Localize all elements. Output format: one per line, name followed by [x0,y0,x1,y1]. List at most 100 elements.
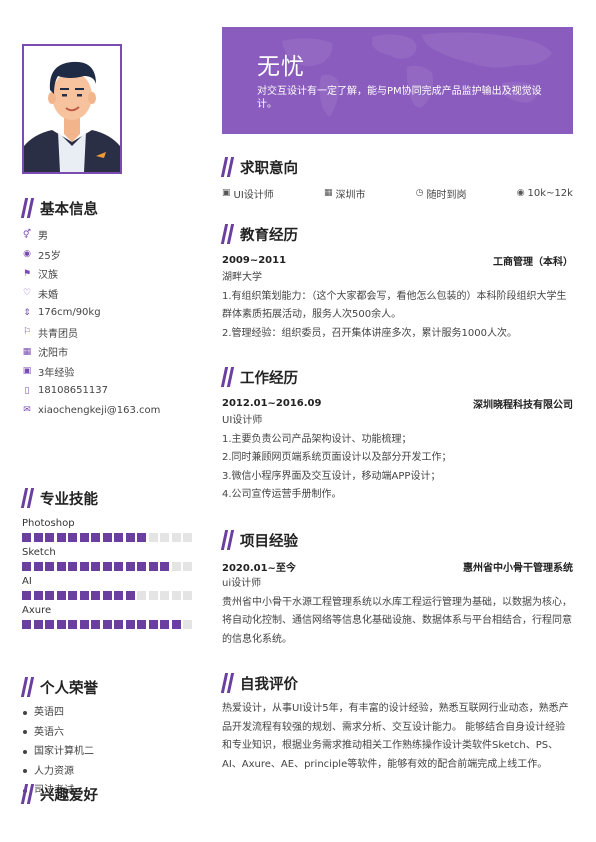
basic-info-item: ⇕ 176cm/90kg [22,303,196,323]
hobbies-section: 兴趣爱好 [20,783,196,805]
skill-level-dot [137,591,146,600]
skill-level-dot [91,562,100,571]
skill-item: Axure [22,602,196,629]
ethnicity-icon: ⚑ [22,268,32,279]
skill-level-dot [183,591,192,600]
salary-item: ◉ 10k~12k [516,187,573,199]
skill-level-dot [79,591,89,600]
education-header: 2009~2011 工商管理（本科） [222,254,573,268]
work-line: 1.主要负责公司产品架构设计、功能梳理； [222,433,412,445]
basic-info-item: ♡ 未婚 [22,284,196,304]
skill-level-dot [114,591,123,600]
skill-level-dot [137,620,146,629]
section-title: 基本信息 [20,197,196,219]
skill-level-dot [114,562,123,571]
project-header: 2020.01~至今 惠州省中小骨干管理系统 [222,562,573,574]
education-line: 1.有组织策划能力：（这个大家都会写，看他怎么包装的）本科阶段组织大学生群体素质… [222,290,567,321]
project-section: 项目经验 2020.01~至今 惠州省中小骨干管理系统 ui设计师 贵州省中小骨… [220,529,573,649]
skill-level-dot [68,591,77,600]
person-illustration [24,46,120,172]
availability-item: ◷ 随时到岗 [415,188,467,201]
phone-icon: ▯ [24,385,30,396]
basic-info-text: 汉族 [38,270,58,282]
work-line: 2.同时兼顾网页端系统页面设计以及部分开发工作； [222,452,452,463]
work-header: 2012.01~2016.09 深圳晓程科技有限公司 [222,397,573,411]
skill-level-dot [33,591,43,600]
honor-item: 英语四 [22,703,196,723]
skill-level-dot [114,620,123,629]
basic-info-item: ◉ 25岁 [22,245,196,265]
section-title: 教育经历 [220,223,573,245]
briefcase-icon: ▣ [22,366,32,377]
self-eval-section: 自我评价 热爱设计，从事UI设计5年，有丰富的设计经验，熟悉互联网行业动态，熟悉… [220,672,573,774]
title-bars-icon [220,157,236,177]
basic-info-text: 男 [38,231,48,243]
skill-level-dot [183,620,192,629]
skill-level-dot [160,620,169,629]
title-bars-icon [220,673,236,693]
title-bars-icon [220,224,236,244]
skill-level-dot [79,562,89,571]
basic-info-text: 176cm/90kg [38,307,101,319]
skill-level-dot [22,533,31,542]
work-line: 4.公司宣传运营手册制作。 [222,489,342,500]
briefcase-icon: ▣ [222,188,231,198]
skill-level-meter [22,533,196,542]
skill-level-dot [102,533,112,542]
skill-level-dot [137,562,146,571]
skill-level-dot [171,591,181,600]
skill-level-dot [148,591,158,600]
basic-info-item: ▦ 沈阳市 [22,342,196,362]
skill-level-dot [33,620,43,629]
skill-level-dot [68,533,77,542]
skill-level-dot [22,620,31,629]
skill-level-meter [22,591,196,600]
skill-level-dot [160,591,169,600]
skills-list: Photoshop Sketch AI Axure [22,515,196,629]
flag-icon: ⚐ [22,327,32,338]
school-name: 湖畔大学 [222,272,262,283]
basic-info-text: xiaochengkeji@163.com [38,404,161,416]
skill-name: Axure [22,605,52,616]
section-title: 工作经历 [220,366,573,388]
honor-item: 人力资源 [22,762,196,782]
heart-icon: ♡ [22,288,32,299]
skill-level-dot [137,533,146,542]
work-line: 3.微信小程序界面及交互设计，移动端APP设计； [222,470,441,482]
project-role: ui设计师 [222,578,262,589]
candidate-intro: 对交互设计有一定了解，能与PM协同完成产品监护输出及视觉设计。 [257,86,542,110]
candidate-name: 无忧 [257,54,305,80]
basic-info-text: 沈阳市 [38,348,68,360]
skill-level-dot [125,620,135,629]
basic-info-text: 3年经验 [38,367,75,379]
skill-level-dot [148,620,158,629]
basic-info-item: ✉ xiaochengkeji@163.com [22,401,196,421]
basic-info-item: ⚥ 男 [22,225,196,245]
education-line: 2.管理经验：组织委员，召开集体讲座多次，累计服务1000人次。 [222,327,517,339]
job-intent-section: 求职意向 ▣ UI设计师 ▦ 深圳市 ◷ 随时到岗 ◉ 10k~12k [220,156,573,201]
avatar [22,44,122,174]
skill-level-dot [45,591,54,600]
section-title: 自我评价 [220,672,573,694]
position-item: ▣ UI设计师 [222,188,274,201]
skill-item: Photoshop [22,515,196,542]
skill-level-dot [125,591,135,600]
section-title: 个人荣誉 [20,676,196,698]
skill-level-meter [22,620,196,629]
email-icon: ✉ [23,405,31,416]
honor-item: 国家计算机二 [22,742,196,762]
skill-level-dot [56,533,66,542]
title-bars-icon [220,530,236,550]
title-bars-icon [20,488,36,508]
skill-item: Sketch [22,544,196,571]
skill-level-dot [79,620,89,629]
title-bars-icon [220,367,236,387]
gender-icon: ⚥ [22,229,32,240]
work-section: 工作经历 2012.01~2016.09 深圳晓程科技有限公司 UI设计师 1.… [220,366,573,505]
title-bars-icon [20,677,36,697]
skill-level-dot [33,533,43,542]
section-title: 兴趣爱好 [20,783,196,805]
skill-level-dot [183,533,192,542]
skill-level-dot [45,620,54,629]
basic-info-item: ⚐ 共青团员 [22,323,196,343]
